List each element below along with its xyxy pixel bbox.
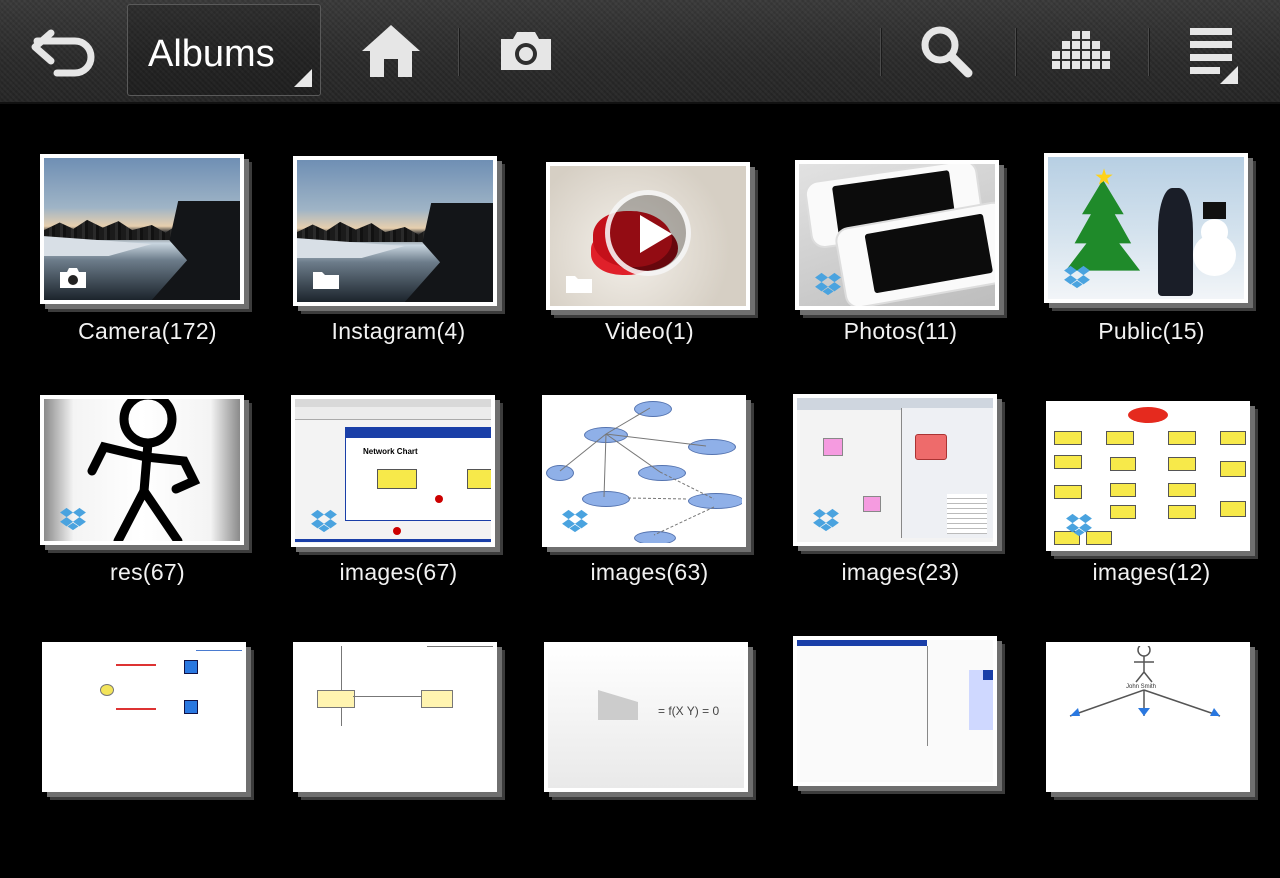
dropbox-icon [1066, 513, 1092, 537]
back-arrow-icon [31, 29, 95, 77]
album-thumbnail [40, 154, 244, 304]
album-partial[interactable] [273, 638, 524, 878]
album-partial[interactable] [22, 638, 273, 878]
album-thumbnail: Network Chart [291, 395, 495, 547]
folder-icon [566, 276, 592, 293]
camera-button[interactable] [480, 0, 572, 102]
network-chart-screenshot: Network Chart [295, 399, 491, 543]
flowchart-diagram [1050, 405, 1246, 547]
dropbox-icon [813, 508, 839, 532]
actor-drawing [1069, 646, 1221, 717]
person-shape [1157, 188, 1194, 297]
album-images-12[interactable]: images(12) [1026, 391, 1277, 631]
dropbox-icon [562, 509, 588, 533]
river-photo [297, 160, 493, 302]
album-label: Public(15) [1098, 318, 1205, 344]
photo-bank [404, 202, 493, 302]
albums-dropdown-label: Albums [148, 33, 275, 75]
stick-figure-image [44, 399, 240, 541]
album-thumbnail [542, 395, 746, 547]
toolbar-divider [1015, 28, 1016, 76]
album-thumbnail [293, 156, 497, 306]
photo-bank [151, 200, 240, 300]
dropdown-indicator-icon [294, 69, 312, 87]
album-thumbnail [793, 394, 997, 546]
christmas-tree [1065, 179, 1141, 271]
search-button[interactable] [900, 0, 992, 102]
dropbox-icon [815, 272, 841, 296]
dropbox-icon [311, 509, 337, 533]
network-chart-title: Network Chart [363, 447, 418, 456]
album-thumbnail [1044, 153, 1248, 303]
sequence-diagram-image [297, 646, 493, 788]
camera-icon [501, 32, 551, 70]
album-video[interactable]: Video(1) [524, 150, 775, 390]
album-label: images(23) [841, 559, 960, 585]
album-camera[interactable]: Camera(172) [22, 150, 273, 390]
album-grid: Camera(172) Instagram(4) Video(1) Photos… [0, 104, 1280, 792]
album-public[interactable]: Public(15) [1026, 150, 1277, 390]
folder-icon [313, 272, 339, 289]
album-thumbnail [793, 636, 997, 786]
album-label: res(67) [110, 559, 185, 585]
decision-tree-image [46, 646, 242, 788]
video-thumbnail [550, 166, 746, 306]
album-label: Video(1) [605, 318, 694, 344]
toolbar-divider [880, 28, 881, 76]
album-photos[interactable]: Photos(11) [775, 150, 1026, 390]
album-label: Photos(11) [843, 318, 958, 344]
album-res[interactable]: res(67) [22, 391, 273, 631]
play-icon[interactable] [605, 190, 691, 277]
formula-image: = f(X Y) = 0 [548, 646, 744, 788]
toolbar-divider [458, 28, 459, 76]
album-thumbnail [795, 160, 999, 310]
album-partial[interactable] [775, 636, 1026, 878]
album-instagram[interactable]: Instagram(4) [273, 150, 524, 390]
snowman-head [1200, 219, 1229, 246]
grid-view-icon [1052, 31, 1110, 69]
formula-text: = f(X Y) = 0 [658, 704, 720, 718]
album-partial[interactable]: = f(X Y) = 0 [524, 638, 775, 878]
window-screenshot [797, 640, 993, 782]
album-thumbnail [42, 642, 246, 792]
album-images-23[interactable]: images(23) [775, 391, 1026, 631]
album-images-67[interactable]: Network Chart images(67) [273, 391, 524, 631]
album-partial[interactable]: John Smith [1026, 638, 1277, 878]
action-bar: Albums [0, 0, 1280, 104]
album-thumbnail [1046, 401, 1250, 551]
album-label: Camera(172) [78, 318, 217, 344]
river-photo [44, 158, 240, 300]
snowman-hat [1202, 202, 1227, 220]
view-mode-button[interactable] [1035, 0, 1127, 102]
album-label: images(12) [1092, 559, 1211, 585]
search-icon [921, 26, 973, 78]
back-button[interactable] [18, 0, 110, 102]
camera-icon [60, 268, 86, 288]
albums-dropdown[interactable]: Albums [127, 4, 321, 96]
use-case-diagram [546, 399, 742, 543]
album-label: Instagram(4) [331, 318, 466, 344]
album-thumbnail [546, 162, 750, 310]
home-button[interactable] [345, 0, 437, 102]
christmas-photo [1048, 157, 1244, 299]
phones-photo [799, 164, 995, 306]
album-thumbnail: John Smith [1046, 642, 1250, 792]
album-images-63[interactable]: images(63) [524, 391, 775, 631]
dropbox-icon [1064, 265, 1090, 289]
album-thumbnail: = f(X Y) = 0 [544, 642, 748, 792]
album-thumbnail [40, 395, 244, 545]
album-thumbnail [293, 642, 497, 792]
use-case-actor-image: John Smith [1050, 646, 1246, 788]
actor-label: John Smith [1126, 684, 1157, 690]
overflow-menu-button[interactable] [1168, 0, 1260, 102]
home-icon [362, 25, 420, 77]
editor-screenshot [797, 398, 993, 542]
dropbox-icon [60, 507, 86, 531]
toolbar-divider [1148, 28, 1149, 76]
album-label: images(63) [590, 559, 709, 585]
album-label: images(67) [339, 559, 458, 585]
menu-indicator-icon [1220, 66, 1238, 84]
